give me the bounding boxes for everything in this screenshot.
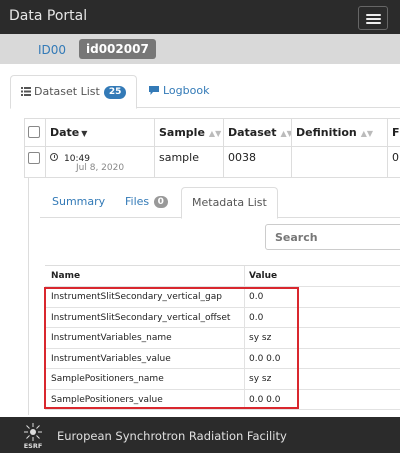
breadcrumb: ID00 id002007 <box>0 34 400 64</box>
tab-metadata-list[interactable]: Metadata List <box>181 187 278 219</box>
highlight-box <box>44 287 299 409</box>
sort-desc-icon: ▼ <box>81 129 88 138</box>
sort-icon: ▲▼ <box>208 129 222 138</box>
main-tabs: Dataset List 25 Logbook <box>10 75 400 109</box>
column-label-definition: Definition <box>296 126 357 139</box>
sort-icon: ▲▼ <box>280 129 292 138</box>
app-title[interactable]: Data Portal <box>9 8 87 24</box>
search-input[interactable] <box>265 224 400 250</box>
tab-files[interactable]: Files 0 <box>125 187 168 218</box>
table-row-sample[interactable]: sample <box>155 147 224 177</box>
column-label-sample: Sample <box>159 126 205 139</box>
files-count-badge: 0 <box>153 196 168 208</box>
table-row-date[interactable]: 10:49 Jul 8, 2020 <box>46 147 155 177</box>
navbar: Data Portal <box>0 0 400 34</box>
row-checkbox[interactable] <box>28 152 40 164</box>
svg-text:ESRF: ESRF <box>24 442 43 449</box>
hamburger-icon <box>366 14 381 16</box>
metadata-table-header: Name Value <box>45 266 400 287</box>
column-header-date[interactable]: Date ▼ <box>46 119 155 147</box>
select-all-checkbox[interactable] <box>28 126 40 138</box>
dataset-count-badge: 25 <box>103 86 127 99</box>
menu-toggle-button[interactable] <box>358 6 388 30</box>
tab-files-label: Files <box>125 195 150 208</box>
detail-tabs: Summary Files 0 Metadata List <box>40 187 400 219</box>
breadcrumb-parent-link[interactable]: ID00 <box>38 43 66 57</box>
list-icon <box>21 87 31 96</box>
column-header-sample[interactable]: Sample ▲▼ <box>155 119 224 147</box>
table-row-dataset[interactable]: 0038 <box>224 147 292 177</box>
tab-dataset-list[interactable]: Dataset List 25 <box>10 75 138 109</box>
clock-icon <box>50 153 58 161</box>
sort-icon: ▲▼ <box>360 129 374 138</box>
row-date: Jul 8, 2020 <box>76 163 125 173</box>
tab-logbook-label: Logbook <box>163 84 210 97</box>
row-select-cell <box>25 147 46 177</box>
select-all-cell <box>25 119 46 147</box>
table-row-definition <box>292 147 388 177</box>
column-header-files[interactable]: Fi <box>388 119 400 147</box>
column-header-value: Value <box>249 271 278 281</box>
footer: ESRF European Synchrotron Radiation Faci… <box>0 417 400 453</box>
footer-text: European Synchrotron Radiation Facility <box>57 429 287 443</box>
column-header-name: Name <box>51 271 81 281</box>
comment-icon <box>149 86 159 95</box>
dataset-table: Date▼ Sample▲▼ Dataset▲▼ Definition▲▼ Fi… <box>24 118 400 178</box>
breadcrumb-current: id002007 <box>79 39 156 59</box>
table-row-files: 0 <box>392 151 399 164</box>
tab-summary[interactable]: Summary <box>52 187 105 218</box>
column-header-dataset[interactable]: Dataset ▲▼ <box>224 119 292 147</box>
column-header-definition[interactable]: Definition ▲▼ <box>292 119 388 147</box>
column-label-date: Date <box>50 126 80 139</box>
column-label-files: Fi <box>392 126 400 139</box>
column-label-dataset: Dataset <box>228 126 277 139</box>
esrf-logo: ESRF <box>24 423 43 449</box>
tab-logbook[interactable]: Logbook <box>149 75 209 108</box>
tab-dataset-list-label: Dataset List <box>34 85 100 98</box>
